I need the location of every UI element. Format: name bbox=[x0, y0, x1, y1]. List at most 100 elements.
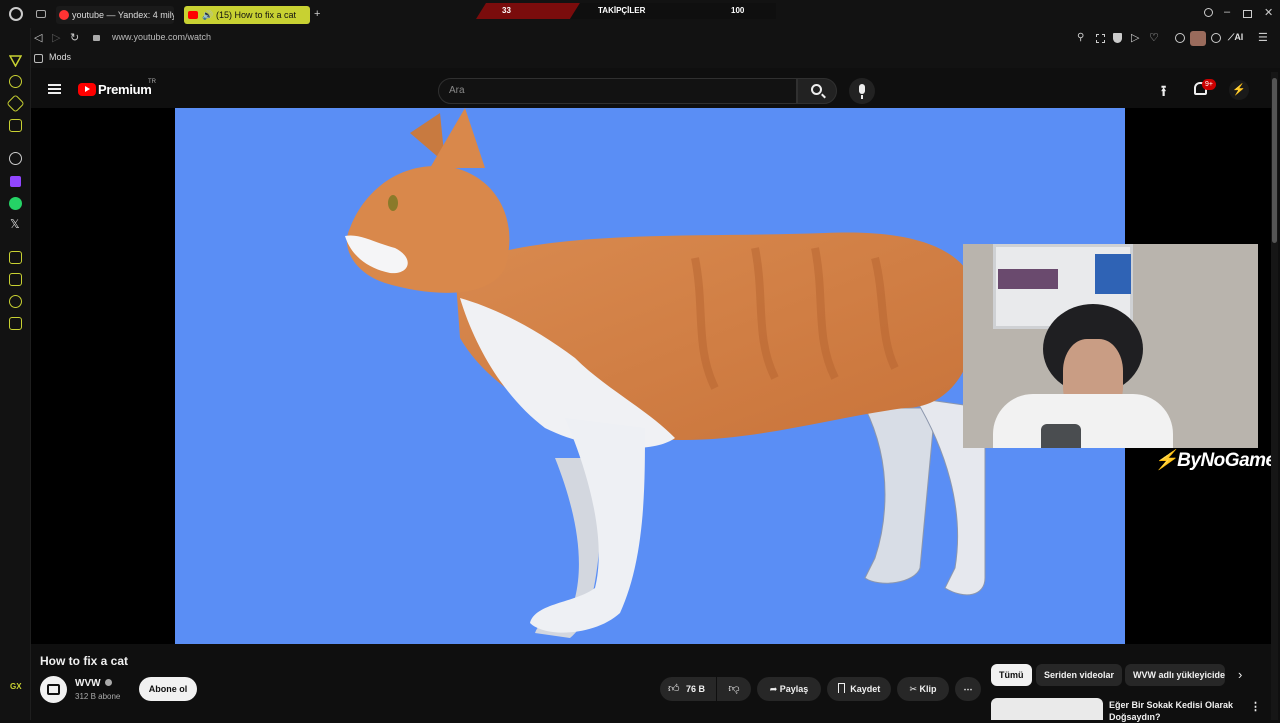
tab-label: (15) How to fix a cat bbox=[216, 10, 297, 20]
like-button[interactable]: 👍︎ 76 B bbox=[660, 677, 716, 701]
watermark-slash-icon: ⚡ bbox=[1154, 450, 1178, 471]
address-url[interactable]: www.youtube.com/watch bbox=[112, 32, 211, 42]
browser-sidebar: 𝕏 GX bbox=[0, 28, 31, 720]
close-window-button[interactable]: ✕ bbox=[1264, 7, 1273, 19]
restore-button[interactable] bbox=[1243, 10, 1252, 18]
subscribe-button[interactable]: Abone ol bbox=[139, 677, 197, 701]
search-tabs-icon[interactable] bbox=[1204, 8, 1213, 17]
gx-player-icon[interactable] bbox=[9, 273, 22, 286]
tab-label: youtube — Yandex: 4 milyon bbox=[72, 10, 174, 20]
minimize-button[interactable]: – bbox=[1224, 6, 1230, 18]
vpn-icon[interactable] bbox=[1175, 33, 1185, 43]
chips-next-icon[interactable]: › bbox=[1238, 667, 1242, 682]
extensions-icon[interactable] bbox=[1211, 33, 1221, 43]
x-twitter-icon[interactable]: 𝕏 bbox=[10, 217, 20, 231]
twitch-icon[interactable] bbox=[10, 176, 21, 187]
gx-cleaner-icon[interactable] bbox=[6, 94, 25, 113]
gx-games-icon[interactable] bbox=[9, 251, 22, 264]
like-count: 76 B bbox=[686, 684, 706, 694]
yandex-icon bbox=[59, 10, 69, 20]
share-label: Paylaş bbox=[779, 684, 809, 694]
follower-count-current: 33 bbox=[502, 6, 511, 15]
video-player[interactable]: ⚡ByNoGame bbox=[31, 108, 1276, 644]
triangle-icon bbox=[8, 55, 23, 68]
heart-icon[interactable]: ♡ bbox=[1149, 32, 1159, 44]
blue-box bbox=[1095, 254, 1131, 294]
recommendation-thumbnail[interactable] bbox=[991, 698, 1103, 720]
channel-name-text: WVW bbox=[75, 678, 101, 689]
easy-setup-icon[interactable]: ☰ bbox=[1258, 32, 1268, 44]
dislike-button[interactable]: 👎︎ bbox=[717, 677, 751, 701]
watermark-text: ByNoGame bbox=[1177, 450, 1276, 471]
chip-from-uploader[interactable]: WVW adlı yükleyiciden bbox=[1125, 664, 1225, 686]
follower-bar-label: TAKİPÇİLER bbox=[598, 6, 646, 15]
subscriber-count: 312 B abone bbox=[75, 692, 121, 701]
profile-avatar[interactable] bbox=[1190, 31, 1206, 46]
microphone bbox=[1041, 424, 1081, 448]
new-tab-button[interactable]: + bbox=[314, 8, 320, 20]
aria-ai-button[interactable]: ⟋AI bbox=[1228, 32, 1243, 43]
thumbs-up-icon: 👍︎ bbox=[668, 683, 680, 695]
save-button[interactable]: Kaydet bbox=[827, 677, 891, 701]
channel-avatar[interactable] bbox=[40, 676, 67, 703]
tab-yandex[interactable]: youtube — Yandex: 4 milyon bbox=[56, 6, 174, 24]
clip-label: Klip bbox=[919, 684, 937, 694]
mods-icon bbox=[34, 54, 43, 63]
gx-mods-icon[interactable] bbox=[9, 295, 22, 308]
forward-button[interactable]: ▷ bbox=[52, 32, 60, 44]
shield-icon[interactable] bbox=[1113, 33, 1122, 43]
gx-hex-icon[interactable] bbox=[9, 119, 22, 132]
bookmark-label: Mods bbox=[49, 52, 72, 62]
hamburger-menu-icon[interactable] bbox=[48, 84, 61, 94]
clip-button[interactable]: ✂ Klip bbox=[897, 677, 949, 701]
gx-settings-icon[interactable] bbox=[9, 317, 22, 330]
reload-button[interactable]: ↻ bbox=[70, 32, 79, 44]
page-scrollbar-thumb[interactable] bbox=[1272, 78, 1277, 243]
stream-follower-bar: 33 TAKİPÇİLER 100 bbox=[476, 3, 776, 19]
tab-overview-icon[interactable] bbox=[36, 10, 46, 18]
mic-icon bbox=[859, 84, 865, 94]
upload-icon[interactable]: ⭱ bbox=[1161, 81, 1166, 106]
bookmark-mods[interactable]: Mods bbox=[34, 52, 72, 63]
search-button[interactable] bbox=[797, 78, 837, 104]
channel-name[interactable]: WVW bbox=[75, 678, 113, 689]
logo-region: TR bbox=[148, 79, 156, 85]
chip-series[interactable]: Seriden videolar bbox=[1036, 664, 1123, 686]
share-button[interactable]: ➦ Paylaş bbox=[757, 677, 821, 701]
video-title: How to fix a cat bbox=[40, 654, 129, 668]
gx-logo-label: GX bbox=[10, 682, 22, 691]
follower-count-goal: 100 bbox=[731, 6, 745, 15]
channel-watermark: ⚡ByNoGame bbox=[1154, 448, 1276, 472]
bookmark-icon bbox=[837, 683, 845, 693]
youtube-favicon-icon bbox=[188, 11, 198, 19]
pin-icon[interactable]: ⚲ bbox=[1077, 32, 1084, 44]
audio-playing-icon[interactable]: 🔊 bbox=[202, 6, 213, 24]
gx-corner-icon[interactable] bbox=[9, 75, 22, 88]
verified-icon bbox=[105, 679, 113, 686]
chatgpt-icon[interactable] bbox=[9, 152, 22, 165]
gx-control-icon[interactable] bbox=[8, 54, 23, 68]
voice-search-button[interactable] bbox=[849, 78, 875, 104]
whatsapp-icon[interactable] bbox=[9, 197, 22, 210]
notifications-badge: 9+ bbox=[1202, 79, 1216, 90]
address-bar-row: ◁ ▷ ↻ www.youtube.com/watch ⚲ ▷ ♡ ⟋AI ☰ bbox=[0, 28, 1280, 50]
tab-youtube[interactable]: 🔊 (15) How to fix a cat bbox=[184, 6, 310, 24]
player-icon[interactable]: ▷ bbox=[1131, 32, 1139, 44]
thumbs-down-icon: 👎︎ bbox=[728, 683, 740, 695]
recommendation-menu-icon[interactable]: ⋮ bbox=[1250, 700, 1261, 713]
opera-menu-icon[interactable] bbox=[9, 7, 23, 21]
recommendation-title[interactable]: Eğer Bir Sokak Kedisi Olarak Doğsaydın? bbox=[1109, 699, 1239, 723]
youtube-play-logo-icon bbox=[78, 83, 96, 96]
bookshelf-books bbox=[998, 269, 1058, 289]
save-label: Kaydet bbox=[850, 684, 881, 694]
bookmarks-bar: Mods bbox=[0, 50, 1280, 68]
snapshot-icon[interactable] bbox=[1096, 34, 1105, 43]
youtube-logo[interactable]: Premium TR bbox=[78, 79, 168, 101]
search-input[interactable]: Ara bbox=[438, 78, 797, 104]
streamer-shirt bbox=[993, 394, 1173, 448]
more-actions-button[interactable]: ⋯ bbox=[955, 677, 981, 701]
back-button[interactable]: ◁ bbox=[34, 32, 42, 44]
chip-all[interactable]: Tümü bbox=[991, 664, 1032, 686]
account-avatar[interactable]: ⚡ bbox=[1229, 80, 1249, 100]
search-icon bbox=[811, 84, 822, 95]
